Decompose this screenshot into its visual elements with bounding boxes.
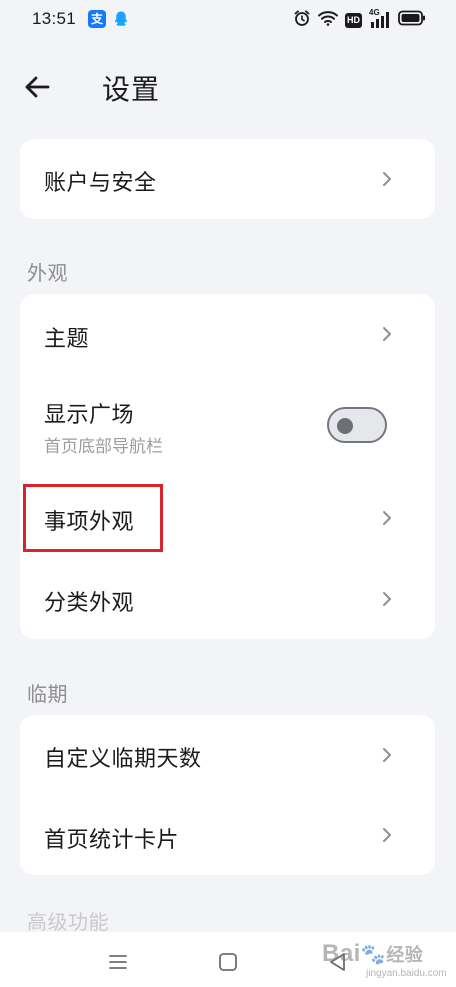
category-appearance-item[interactable]: 分类外观 <box>20 559 435 639</box>
due-card: 自定义临期天数 首页统计卡片 <box>20 715 435 875</box>
back-button[interactable] <box>16 66 58 108</box>
menu-button[interactable] <box>106 950 130 974</box>
custom-due-days-label: 自定义临期天数 <box>44 747 202 772</box>
section-title-appearance: 外观 <box>27 261 68 285</box>
hd-icon: HD <box>345 12 362 28</box>
show-plaza-label: 显示广场 <box>44 403 135 428</box>
appearance-card: 主题 显示广场 首页底部导航栏 事项外观 分类外观 <box>20 294 435 639</box>
account-security-item[interactable]: 账户与安全 <box>20 139 435 219</box>
chevron-right-icon <box>383 511 391 525</box>
home-button[interactable] <box>216 950 240 974</box>
toggle-knob <box>337 418 353 434</box>
back-nav-button[interactable] <box>326 950 350 974</box>
wifi-icon <box>318 10 338 30</box>
account-security-label: 账户与安全 <box>44 171 157 196</box>
chevron-right-icon <box>383 172 391 186</box>
account-card: 账户与安全 <box>20 139 435 219</box>
menu-icon <box>109 955 127 969</box>
status-icons: HD 4G <box>286 8 426 31</box>
theme-label: 主题 <box>44 327 90 352</box>
chevron-right-icon <box>383 748 391 762</box>
page-title: 设置 <box>102 73 161 106</box>
chevron-right-icon <box>383 592 391 606</box>
show-plaza-item: 显示广场 首页底部导航栏 <box>20 374 435 479</box>
section-title-next: 高级功能 <box>27 910 109 934</box>
show-plaza-sublabel: 首页底部导航栏 <box>44 437 163 457</box>
header: 设置 <box>0 56 456 116</box>
back-triangle-icon <box>330 953 345 971</box>
status-time: 13:51 <box>32 9 77 28</box>
chevron-right-icon <box>383 828 391 842</box>
home-square-icon <box>219 953 237 971</box>
navigation-bar <box>0 932 456 987</box>
category-appearance-label: 分类外观 <box>44 591 135 616</box>
theme-item[interactable]: 主题 <box>20 294 435 374</box>
home-stats-card-label: 首页统计卡片 <box>44 828 180 853</box>
status-bar: 13:51 支 HD 4G <box>0 0 456 40</box>
section-title-due: 临期 <box>27 682 68 706</box>
battery-icon <box>398 10 426 30</box>
alipay-icon: 支 <box>88 10 106 28</box>
item-appearance-label: 事项外观 <box>44 510 135 535</box>
item-appearance-item[interactable]: 事项外观 <box>20 479 435 559</box>
home-stats-card-item[interactable]: 首页统计卡片 <box>20 795 435 875</box>
qq-icon <box>112 10 130 28</box>
show-plaza-toggle[interactable] <box>327 407 387 443</box>
signal-4g-icon: 4G <box>369 8 391 29</box>
arrow-left-icon <box>25 76 50 98</box>
alarm-icon <box>293 9 311 31</box>
custom-due-days-item[interactable]: 自定义临期天数 <box>20 715 435 795</box>
chevron-right-icon <box>383 327 391 341</box>
